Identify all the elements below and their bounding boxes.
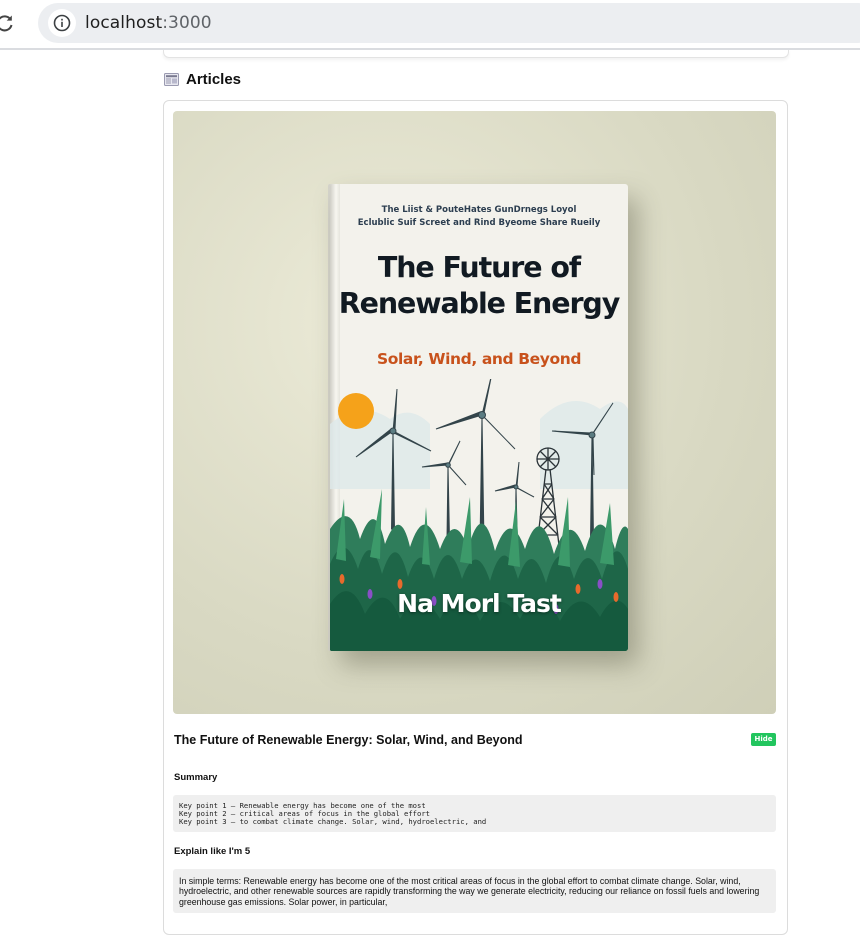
article-title[interactable]: The Future of Renewable Energy: Solar, W… <box>174 733 523 747</box>
book-subtitle: Solar, Wind, and Beyond <box>376 350 582 368</box>
sun-icon <box>338 393 374 429</box>
book-title-line2: Renewable Energy <box>338 287 621 320</box>
article-card: The Liist & PouteHates GunDrnegs Loyol E… <box>163 100 788 935</box>
article-cover-image: The Liist & PouteHates GunDrnegs Loyol E… <box>173 111 776 714</box>
section-heading: Articles <box>164 69 241 89</box>
address-bar[interactable]: localhost:3000 <box>38 3 860 43</box>
eli5-box: In simple terms: Renewable energy has be… <box>173 869 776 913</box>
book-tagline-line1: The Liist & PouteHates GunDrnegs Loyol <box>381 205 577 215</box>
book-title-line1: The Future of <box>377 251 581 284</box>
reload-icon[interactable] <box>0 12 16 34</box>
site-info-icon[interactable] <box>48 9 76 37</box>
eli5-text: In simple terms: Renewable energy has be… <box>179 876 760 907</box>
browser-toolbar: localhost:3000 <box>0 0 860 46</box>
book-cover: The Liist & PouteHates GunDrnegs Loyol E… <box>330 184 628 651</box>
newspaper-icon <box>164 72 179 86</box>
previous-card-edge <box>163 50 789 58</box>
book-title: The Future of Renewable Energy <box>330 250 628 322</box>
hide-button[interactable]: Hide <box>751 733 776 746</box>
summary-box: Key point 1 – Renewable energy has becom… <box>173 795 776 832</box>
eli5-heading: Explain like I'm 5 <box>174 846 251 857</box>
section-title: Articles <box>186 70 242 88</box>
summary-point: Key point 3 – to combat climate change. … <box>179 817 487 826</box>
summary-heading: Summary <box>174 772 218 783</box>
url-port: :3000 <box>162 13 212 33</box>
book-author: Na Morl Tast <box>397 589 562 618</box>
book-tagline: The Liist & PouteHates GunDrnegs Loyol E… <box>330 204 628 230</box>
url-host: localhost <box>85 13 163 33</box>
book-tagline-line2: Eclublic Suif Screet and Rind Byeome Sha… <box>357 218 601 228</box>
url-text[interactable]: localhost:3000 <box>85 13 212 33</box>
